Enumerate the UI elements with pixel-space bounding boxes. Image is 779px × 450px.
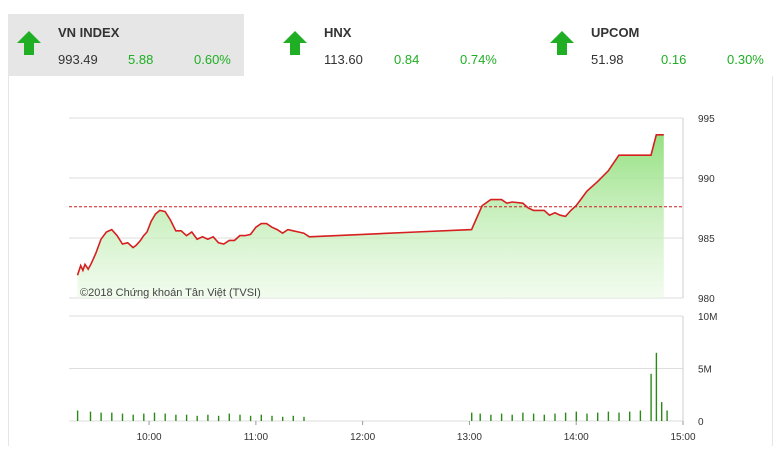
- volume-bar: [629, 411, 631, 421]
- volume-bar: [661, 402, 663, 421]
- volume-bar: [196, 415, 198, 422]
- copyright-text: ©2018 Chứng khoán Tân Việt (TVSI): [80, 287, 261, 299]
- volume-bar: [532, 413, 535, 421]
- volume-bar: [100, 412, 102, 421]
- time-tick-label: 12:00: [350, 432, 375, 443]
- volume-bar: [282, 416, 284, 421]
- volume-bar: [471, 412, 473, 421]
- volume-bar: [121, 413, 124, 421]
- volume-bar: [153, 412, 156, 421]
- volume-bar: [639, 410, 642, 421]
- volume-bar: [522, 412, 524, 421]
- volume-bar: [666, 410, 668, 421]
- volume-bar: [511, 414, 513, 421]
- volume-bar: [89, 411, 92, 421]
- volume-bar: [597, 412, 599, 421]
- volume-bar: [76, 410, 79, 421]
- volume-tick-label: 0: [698, 417, 704, 428]
- volume-bar: [143, 413, 145, 421]
- volume-bar: [564, 412, 567, 421]
- price-tick-label: 985: [698, 234, 715, 245]
- volume-bar: [175, 414, 177, 421]
- price-tick-label: 980: [698, 294, 715, 305]
- time-tick-label: 13:00: [457, 432, 482, 443]
- volume-bar: [650, 373, 652, 422]
- volume-bar: [239, 414, 241, 421]
- volume-bar: [217, 415, 220, 422]
- volume-bar: [303, 416, 305, 421]
- volume-bar: [271, 415, 273, 422]
- volume-bar: [655, 352, 658, 422]
- price-tick-label: 990: [698, 174, 715, 185]
- intraday-chart: 980 985 990 995 0 5M 10M 10:00 11:00 12:00 13:00 14…: [69, 114, 717, 443]
- volume-tick-label: 10M: [698, 312, 717, 323]
- volume-bar: [292, 415, 294, 422]
- volume-bar: [249, 415, 252, 422]
- price-area: [77, 134, 664, 298]
- volume-bar: [185, 414, 188, 421]
- volume-bar: [260, 414, 262, 421]
- volume-bar: [575, 411, 577, 421]
- price-tick-label: 995: [698, 114, 715, 125]
- volume-bar: [586, 413, 588, 421]
- volume-bar: [543, 414, 545, 421]
- time-tick-label: 15:00: [670, 432, 695, 443]
- time-tick-label: 10:00: [137, 432, 162, 443]
- volume-bar: [207, 414, 209, 421]
- volume-bar: [132, 414, 134, 421]
- volume-tick-label: 5M: [698, 365, 712, 376]
- volume-bar: [618, 412, 620, 421]
- volume-bar: [228, 413, 230, 421]
- volume-bar: [164, 413, 166, 421]
- volume-bar: [607, 411, 610, 421]
- volume-bar: [490, 414, 492, 421]
- volume-bar: [111, 412, 113, 421]
- time-tick-label: 14:00: [564, 432, 589, 443]
- volume-bar: [554, 413, 556, 421]
- time-tick-label: 11:00: [244, 432, 269, 443]
- volume-bar: [479, 413, 481, 421]
- volume-bar: [500, 413, 503, 421]
